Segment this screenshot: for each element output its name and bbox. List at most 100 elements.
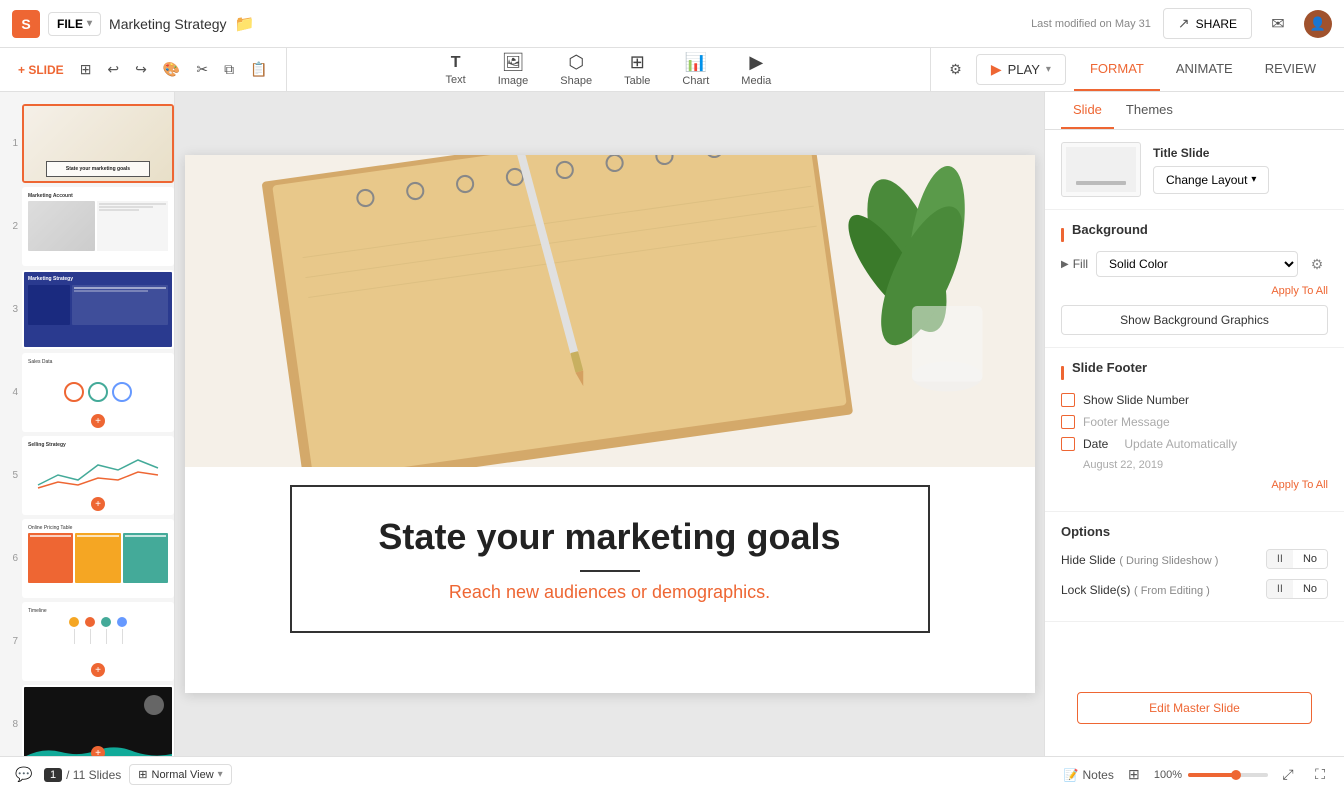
lock-slide-label: Lock Slide(s)	[1061, 583, 1130, 597]
layout-section: Title Slide Change Layout ▾	[1045, 130, 1344, 210]
footer-accent	[1061, 366, 1064, 380]
show-slide-number-checkbox[interactable]	[1061, 393, 1075, 407]
date-checkbox[interactable]	[1061, 437, 1075, 451]
avatar[interactable]: 👤	[1304, 10, 1332, 38]
options-section: Options Hide Slide ( During Slideshow ) …	[1045, 512, 1344, 622]
cut-button[interactable]: ✂	[190, 57, 214, 82]
top-bar-right: Last modified on May 31 ↗ SHARE ✉ 👤	[1031, 8, 1332, 39]
notes-button[interactable]: 📝 Notes	[1064, 768, 1114, 782]
file-button[interactable]: FILE ▾	[48, 12, 101, 36]
toolbar-left: + SLIDE ⊞ ↩ ↪ 🎨 ✂ ⧉ 📋	[0, 48, 287, 91]
redo-button[interactable]: ↪	[129, 57, 153, 82]
edit-master-button[interactable]: Edit Master Slide	[1077, 692, 1312, 724]
slide-thumb-6[interactable]: Online Pricing Table	[22, 519, 174, 598]
comment-icon[interactable]: 💬	[12, 763, 36, 787]
slide-thumb-5[interactable]: Selling Strategy +	[22, 436, 174, 515]
lock-slide-label-group: Lock Slide(s) ( From Editing )	[1061, 582, 1210, 597]
play-icon: ▶	[991, 61, 1002, 78]
footer-message-label: Footer Message	[1083, 415, 1170, 429]
grid-view-icon[interactable]: ⊞	[1122, 763, 1146, 787]
chart-label: Chart	[682, 75, 709, 87]
table-icon: ⊞	[630, 52, 645, 73]
text-icon: T	[451, 54, 461, 72]
background-title: Background	[1072, 222, 1148, 237]
show-background-graphics-button[interactable]: Show Background Graphics	[1061, 305, 1328, 335]
slide-canvas[interactable]: State your marketing goals Reach new aud…	[185, 155, 1035, 693]
slide-thumb-4[interactable]: Sales Data +	[22, 353, 174, 432]
table-label: Table	[624, 75, 650, 87]
hide-slide-no-button[interactable]: No	[1293, 550, 1327, 568]
slide-thumb-1[interactable]: State your marketing goals	[22, 104, 174, 183]
text-label: Text	[446, 74, 466, 86]
play-button[interactable]: ▶ PLAY ▾	[976, 54, 1066, 85]
hide-slide-label-group: Hide Slide ( During Slideshow )	[1061, 552, 1218, 567]
fill-select[interactable]: Solid Color Gradient Image None	[1096, 251, 1298, 277]
add-slide-button[interactable]: + SLIDE	[12, 59, 70, 81]
show-slide-number-label: Show Slide Number	[1083, 393, 1189, 407]
chart-tool[interactable]: 📊 Chart	[676, 48, 715, 91]
slide-thumb-7[interactable]: Timeline	[22, 602, 174, 681]
paste-button[interactable]: 📋	[244, 57, 273, 82]
background-section: Background ▶ Fill Solid Color Gradient I…	[1045, 210, 1344, 348]
show-slide-number-row: Show Slide Number	[1061, 393, 1328, 407]
share-button[interactable]: ↗ SHARE	[1163, 8, 1252, 39]
bottom-right: 📝 Notes ⊞ 100% ⤢ ⛶	[1064, 763, 1332, 787]
layout-preview	[1061, 142, 1141, 197]
toolbar: + SLIDE ⊞ ↩ ↪ 🎨 ✂ ⧉ 📋 T Text 🖼 Image ⬡ S…	[0, 48, 1344, 92]
tab-slide[interactable]: Slide	[1061, 92, 1114, 129]
share-icon: ↗	[1178, 15, 1190, 32]
apply-to-all-background[interactable]: Apply To All	[1061, 285, 1328, 297]
layout-title: Title Slide	[1153, 146, 1269, 160]
bottom-left: 💬 1 / 11 Slides ⊞ Normal View ▾	[12, 763, 232, 787]
fill-triangle-icon: ▶	[1061, 259, 1069, 270]
lock-slide-sub: ( From Editing )	[1134, 585, 1210, 597]
copy-button[interactable]: ⧉	[218, 57, 240, 82]
folder-icon: 📁	[235, 14, 255, 34]
lock-slide-ii-button[interactable]: II	[1267, 580, 1293, 598]
options-title: Options	[1061, 524, 1328, 539]
fit-screen-icon[interactable]: ⤢	[1276, 763, 1300, 787]
tab-animate[interactable]: ANIMATE	[1160, 48, 1249, 91]
lock-slide-no-button[interactable]: No	[1293, 580, 1327, 598]
tab-themes[interactable]: Themes	[1114, 92, 1185, 129]
change-layout-button[interactable]: Change Layout ▾	[1153, 166, 1269, 194]
media-icon: ▶	[749, 52, 763, 73]
slide-main-title[interactable]: State your marketing goals	[332, 515, 888, 558]
hide-slide-ii-button[interactable]: II	[1267, 550, 1293, 568]
slide-panel: 1 State your marketing goals 2	[0, 92, 175, 756]
app-logo: S	[12, 10, 40, 38]
fill-gear-icon[interactable]: ⚙	[1306, 253, 1328, 275]
media-tool[interactable]: ▶ Media	[735, 48, 777, 91]
slide-thumb-8[interactable]: +	[22, 685, 174, 756]
footer-section: Slide Footer Show Slide Number Footer Me…	[1045, 348, 1344, 512]
text-tool[interactable]: T Text	[440, 50, 472, 90]
fullscreen-icon[interactable]: ⛶	[1308, 763, 1332, 787]
footer-message-checkbox[interactable]	[1061, 415, 1075, 429]
zoom-percent: 100%	[1154, 769, 1182, 781]
image-tool[interactable]: 🖼 Image	[492, 48, 535, 91]
slide-subtitle[interactable]: Reach new audiences or demographics.	[332, 582, 888, 603]
shape-tool[interactable]: ⬡ Shape	[554, 48, 598, 91]
tab-review[interactable]: REVIEW	[1249, 48, 1332, 91]
format-paint-button[interactable]: 🎨	[157, 57, 186, 82]
page-num: 1	[44, 768, 62, 782]
view-button[interactable]: ⊞ Normal View ▾	[129, 764, 231, 785]
update-automatically-label: Update Automatically	[1124, 437, 1237, 451]
hide-slide-sub: ( During Slideshow )	[1119, 555, 1218, 567]
settings-icon[interactable]: ⚙	[943, 57, 968, 82]
zoom-slider[interactable]	[1188, 773, 1268, 777]
slide-thumb-2[interactable]: Marketing Account	[22, 187, 174, 266]
view-icon: ⊞	[138, 768, 147, 781]
toolbar-center: T Text 🖼 Image ⬡ Shape ⊞ Table 📊 Chart ▶…	[287, 48, 931, 91]
media-label: Media	[741, 75, 771, 87]
shape-icon: ⬡	[568, 52, 584, 73]
apply-to-all-footer[interactable]: Apply To All	[1061, 479, 1328, 491]
table-tool[interactable]: ⊞ Table	[618, 48, 656, 91]
message-icon[interactable]: ✉	[1264, 10, 1292, 38]
layout-view-button[interactable]: ⊞	[74, 57, 98, 82]
undo-button[interactable]: ↩	[101, 57, 125, 82]
tab-format[interactable]: FORMAT	[1074, 48, 1160, 91]
slide-thumb-3[interactable]: Marketing Strategy	[22, 270, 174, 349]
doc-title[interactable]: Marketing Strategy	[109, 16, 227, 32]
bottom-bar: 💬 1 / 11 Slides ⊞ Normal View ▾ 📝 Notes …	[0, 756, 1344, 792]
